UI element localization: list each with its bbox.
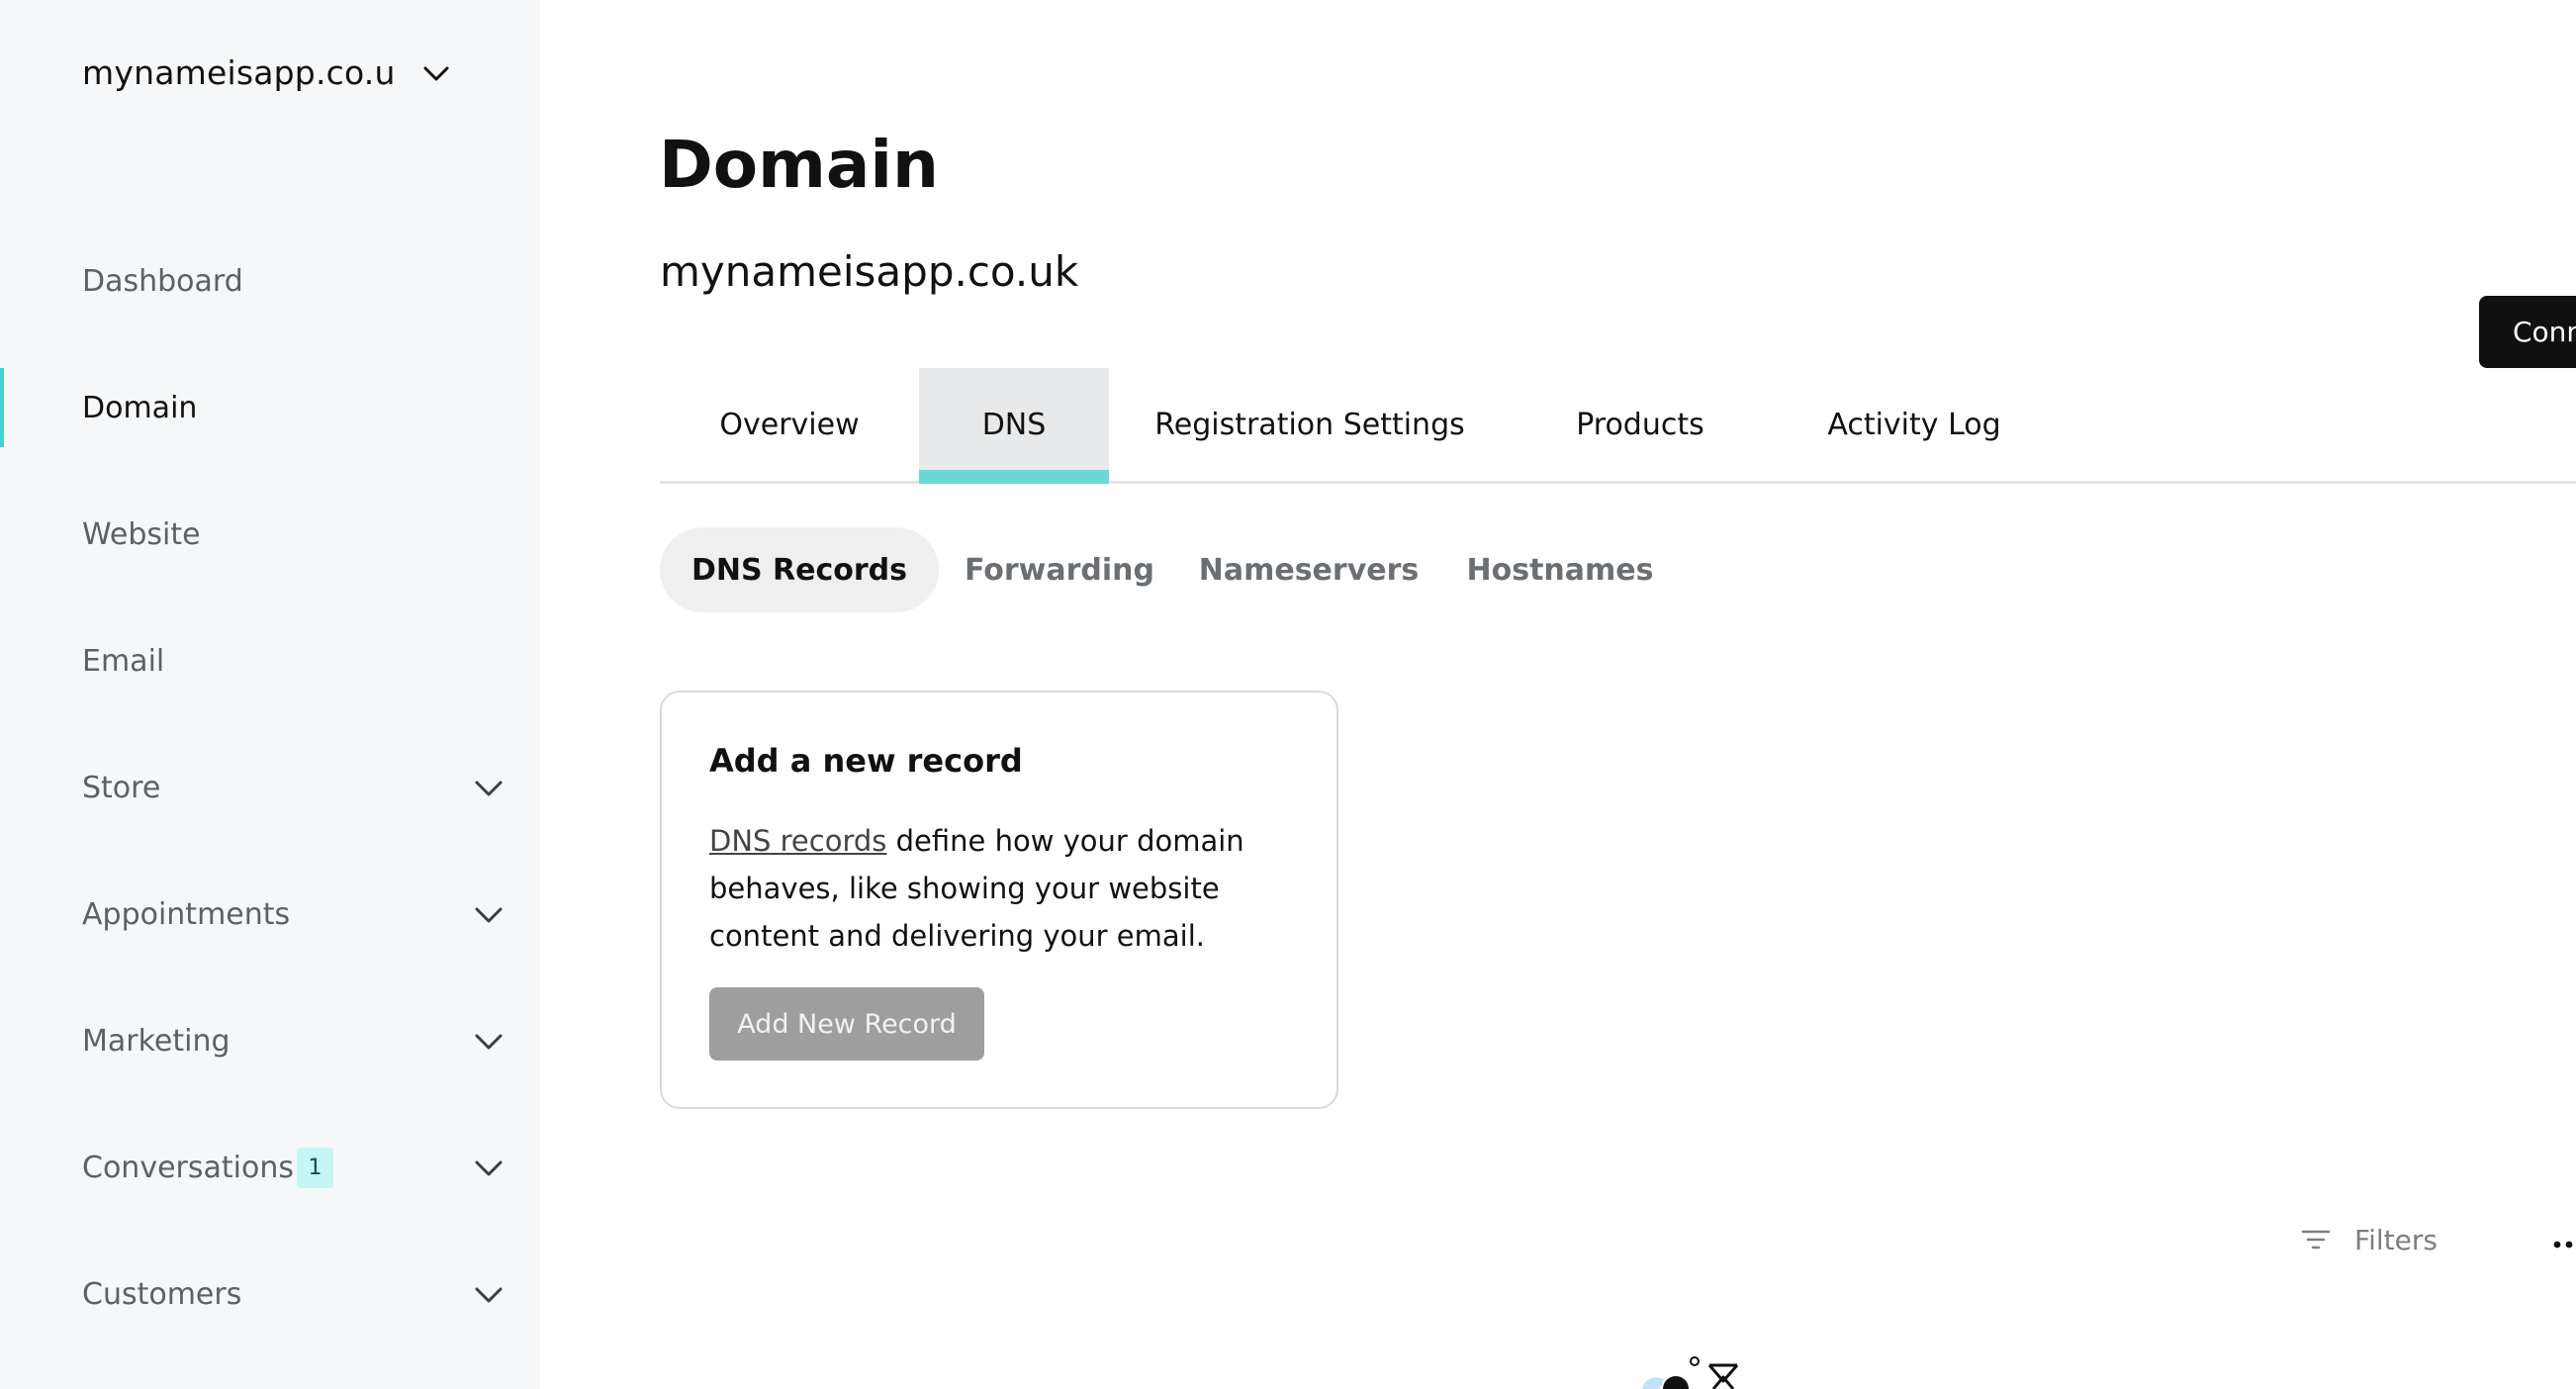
card-title: Add a new record bbox=[709, 742, 1023, 780]
sidebar-item-appointments[interactable]: Appointments bbox=[0, 875, 540, 954]
connect-button-label: Conn bbox=[2513, 316, 2576, 348]
sidebar-item-label: Marketing bbox=[82, 1023, 230, 1059]
subtab-label: Nameservers bbox=[1198, 552, 1420, 588]
more-horizontal-icon[interactable] bbox=[2552, 1229, 2576, 1258]
filter-icon bbox=[2301, 1230, 2331, 1250]
tab-label: Activity Log bbox=[1827, 407, 2001, 442]
subtab-label: Forwarding bbox=[964, 552, 1155, 588]
chevron-down-icon[interactable] bbox=[472, 771, 506, 804]
page-title: Domain bbox=[659, 127, 940, 203]
sidebar: mynameisapp.co.u Dashboard Domain Websit… bbox=[0, 0, 540, 1389]
filters-button[interactable]: Filters bbox=[2299, 1223, 2438, 1256]
sidebar-item-marketing[interactable]: Marketing bbox=[0, 1001, 540, 1080]
sidebar-item-domain[interactable]: Domain bbox=[0, 368, 540, 447]
sidebar-item-label: Conversations bbox=[82, 1150, 294, 1185]
sidebar-item-email[interactable]: Email bbox=[0, 621, 540, 700]
sidebar-item-dashboard[interactable]: Dashboard bbox=[0, 241, 540, 321]
active-indicator bbox=[0, 368, 4, 447]
sidebar-item-label: Appointments bbox=[82, 896, 291, 932]
tab-label: Registration Settings bbox=[1154, 407, 1465, 442]
tab-registration-settings[interactable]: Registration Settings bbox=[1109, 368, 1511, 481]
sidebar-item-label: Store bbox=[82, 770, 161, 805]
tab-label: DNS bbox=[981, 407, 1047, 442]
add-new-record-button[interactable]: Add New Record bbox=[709, 987, 984, 1061]
sidebar-item-label: Dashboard bbox=[82, 263, 243, 299]
empty-state-illustration bbox=[1642, 1356, 1739, 1389]
add-record-card: Add a new record DNS records define how … bbox=[660, 691, 1338, 1109]
unread-badge: 1 bbox=[297, 1147, 333, 1188]
chevron-down-icon bbox=[423, 66, 449, 80]
tab-products[interactable]: Products bbox=[1511, 368, 1770, 481]
sidebar-item-label: Website bbox=[82, 516, 201, 552]
dns-records-link[interactable]: DNS records bbox=[709, 824, 886, 858]
domain-name: mynameisapp.co.uk bbox=[660, 247, 1079, 296]
subtab-forwarding[interactable]: Forwarding bbox=[939, 527, 1180, 612]
sidebar-item-store[interactable]: Store bbox=[0, 748, 540, 827]
sidebar-item-conversations[interactable]: Conversations 1 bbox=[0, 1128, 540, 1207]
connect-button[interactable]: Conn bbox=[2479, 296, 2576, 368]
subtab-dns-records[interactable]: DNS Records bbox=[660, 527, 939, 612]
subtab-nameservers[interactable]: Nameservers bbox=[1180, 527, 1437, 612]
chevron-down-icon[interactable] bbox=[472, 1024, 506, 1058]
add-new-record-label: Add New Record bbox=[737, 1008, 957, 1040]
site-name: mynameisapp.co.u bbox=[82, 53, 396, 92]
tab-label: Overview bbox=[719, 407, 860, 442]
site-switcher[interactable]: mynameisapp.co.u bbox=[82, 53, 451, 92]
filters-label: Filters bbox=[2354, 1223, 2438, 1256]
subtab-label: DNS Records bbox=[690, 552, 908, 588]
sidebar-item-label: Email bbox=[82, 643, 165, 679]
main-content: Domain mynameisapp.co.uk Conn Overview D… bbox=[540, 0, 2576, 1389]
tab-dns[interactable]: DNS bbox=[919, 368, 1109, 484]
sidebar-item-website[interactable]: Website bbox=[0, 495, 540, 574]
subtab-hostnames[interactable]: Hostnames bbox=[1437, 527, 1683, 612]
tab-overview[interactable]: Overview bbox=[660, 368, 919, 481]
sidebar-item-label: Domain bbox=[82, 390, 198, 425]
chevron-down-icon[interactable] bbox=[472, 1151, 506, 1184]
tab-activity-log[interactable]: Activity Log bbox=[1770, 368, 2059, 481]
chevron-down-icon[interactable] bbox=[472, 1277, 506, 1311]
sidebar-item-customers[interactable]: Customers bbox=[0, 1254, 540, 1334]
tab-label: Products bbox=[1576, 407, 1704, 442]
subtab-label: Hostnames bbox=[1466, 552, 1654, 588]
sidebar-item-label: Customers bbox=[82, 1276, 242, 1312]
domain-tabs: Overview DNS Registration Settings Produ… bbox=[660, 368, 2576, 484]
chevron-down-icon[interactable] bbox=[472, 897, 506, 931]
card-description: DNS records define how your domain behav… bbox=[709, 817, 1303, 960]
